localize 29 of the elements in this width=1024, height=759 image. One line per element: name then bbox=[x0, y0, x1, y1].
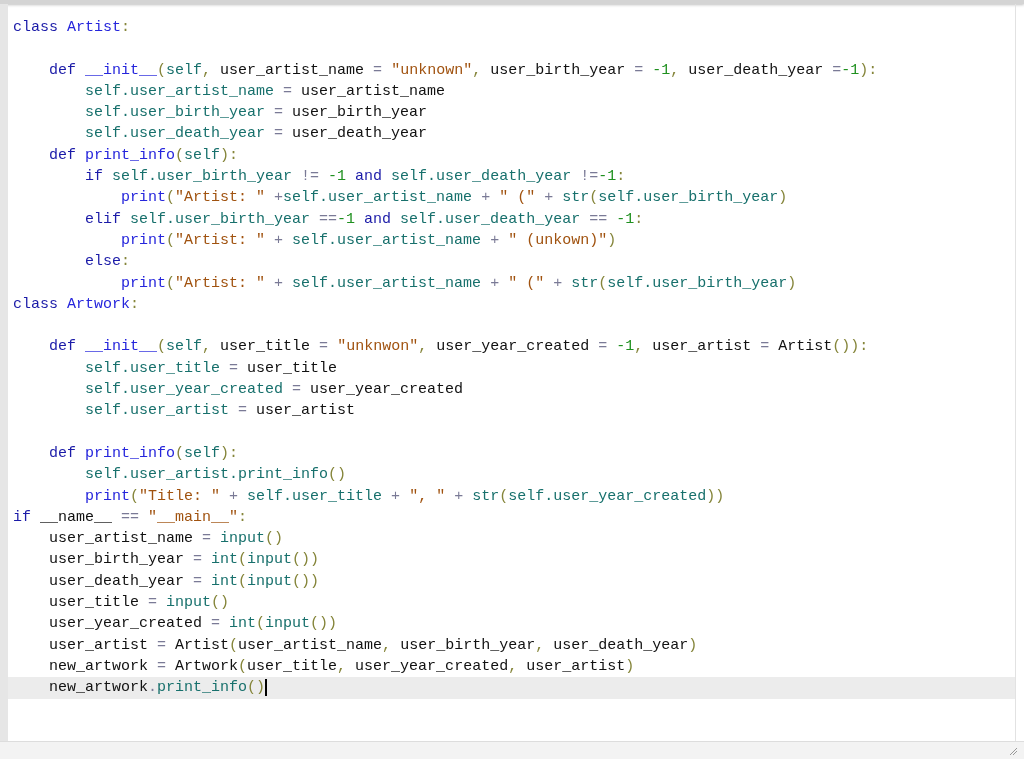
code-line: self.user_artist_name = user_artist_name bbox=[84, 81, 446, 102]
code-line: else: bbox=[84, 252, 131, 273]
code-line: print("Artist: " + self.user_artist_name + " (unkown)") bbox=[120, 230, 617, 251]
code-line: if __name__ == "__main__": bbox=[13, 507, 248, 528]
code-line: self.user_birth_year = user_birth_year bbox=[84, 103, 428, 124]
code-line: user_year_created = int(input()) bbox=[48, 614, 338, 635]
code-line: self.user_year_created = user_year_created bbox=[84, 380, 464, 401]
code-line: self.user_death_year = user_death_year bbox=[84, 124, 428, 145]
code-line: class Artist: bbox=[13, 18, 131, 38]
code-line: elif self.user_birth_year ==-1 and self.user_death_year == -1: bbox=[84, 209, 644, 230]
code-line: def print_info(self): bbox=[48, 145, 239, 166]
code-line: user_birth_year = int(input()) bbox=[48, 550, 320, 571]
code-line: def __init__(self, user_artist_name = "unknown", user_birth_year = -1, user_death_year =-1): bbox=[48, 60, 878, 81]
code-line: print("Artist: " +self.user_artist_name + " (" + str(self.user_birth_year) bbox=[120, 188, 788, 209]
code-line: def print_info(self): bbox=[48, 443, 239, 464]
code-line: print("Title: " + self.user_title + ", " + str(self.user_year_created)) bbox=[84, 486, 725, 507]
code-line: new_artwork.print_info() bbox=[48, 678, 266, 699]
code-line: user_artist_name = input() bbox=[48, 529, 284, 550]
code-line: class Artwork: bbox=[13, 294, 140, 315]
code-line: user_death_year = int(input()) bbox=[48, 571, 320, 592]
code-line: print("Artist: " + self.user_artist_name + " (" + str(self.user_birth_year) bbox=[120, 273, 797, 294]
code-line: if self.user_birth_year != -1 and self.user_death_year !=-1: bbox=[84, 167, 626, 188]
code-line: def __init__(self, user_title = "unknwon", user_year_created = -1, user_artist = Artist()): bbox=[48, 337, 869, 358]
code-line: new_artwork = Artwork(user_title, user_year_created, user_artist) bbox=[48, 656, 635, 677]
code-line: user_title = input() bbox=[48, 593, 230, 613]
code-line: user_artist = Artist(user_artist_name, user_birth_year, user_death_year) bbox=[48, 635, 698, 656]
code-line: self.user_artist = user_artist bbox=[84, 401, 356, 422]
code-line: self.user_artist.print_info() bbox=[84, 465, 347, 486]
code-line: self.user_title = user_title bbox=[84, 358, 338, 379]
